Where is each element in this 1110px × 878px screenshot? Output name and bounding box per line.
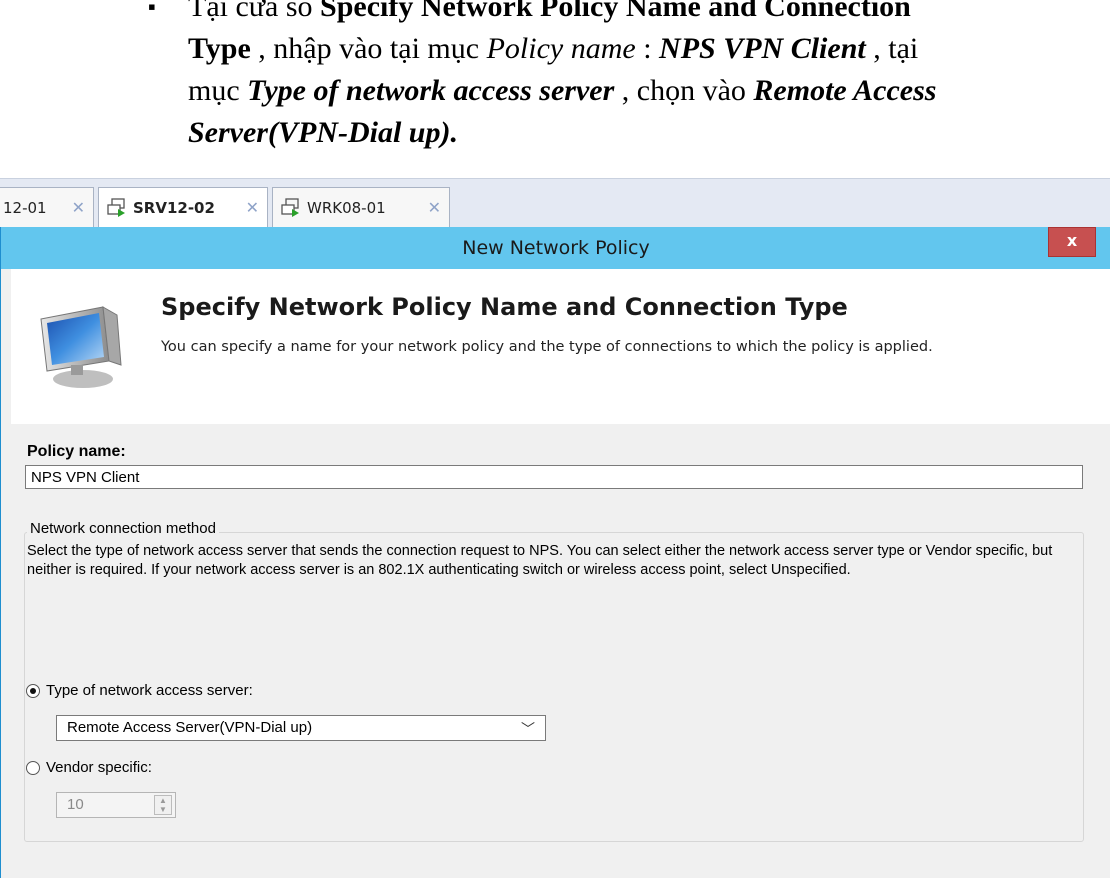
- spin-arrows-icon[interactable]: ▲ ▼: [154, 795, 172, 815]
- close-button[interactable]: x: [1048, 227, 1096, 257]
- bullet-icon: ▪: [148, 0, 156, 19]
- group-label: Network connection method: [27, 520, 219, 537]
- vendor-value: 10: [67, 796, 84, 813]
- policy-name-input[interactable]: NPS VPN Client: [25, 465, 1083, 489]
- vm-icon: [281, 197, 301, 218]
- tab-wrk08-01[interactable]: WRK08-01 ✕: [272, 187, 450, 227]
- document-excerpt: ▪ Tại cửa sổ Specify Network Policy Name…: [0, 0, 1110, 178]
- radio-button[interactable]: [26, 760, 40, 775]
- group-description: Select the type of network access server…: [27, 543, 1053, 578]
- tab-12-01[interactable]: 12-01 ✕: [0, 187, 94, 227]
- page-title: Specify Network Policy Name and Connecti…: [161, 293, 848, 321]
- computer-icon: [31, 299, 141, 394]
- vendor-specific-stepper[interactable]: 10 ▲ ▼: [56, 792, 176, 818]
- dialog-title: New Network Policy: [462, 237, 650, 259]
- dialog-titlebar[interactable]: New Network Policy x: [1, 227, 1110, 269]
- network-access-server-select[interactable]: Remote Access Server(VPN-Dial up) ﹀: [56, 715, 546, 741]
- radio-type-label: Type of network access server:: [46, 682, 253, 699]
- close-icon[interactable]: ✕: [72, 198, 85, 217]
- radio-type-of-server[interactable]: Type of network access server:: [26, 682, 253, 699]
- radio-vendor-label: Vendor specific:: [46, 759, 152, 776]
- new-network-policy-dialog: New Network Policy x Specify Network Pol…: [0, 227, 1110, 878]
- chevron-down-icon: ﹀: [521, 721, 535, 737]
- tab-label: 12-01: [3, 198, 47, 217]
- radio-button-checked[interactable]: [26, 683, 40, 698]
- select-value: Remote Access Server(VPN-Dial up): [67, 719, 313, 736]
- vm-icon: [107, 197, 127, 218]
- policy-name-label: Policy name:: [27, 443, 126, 460]
- tab-label: SRV12-02: [133, 198, 215, 217]
- tab-srv12-02[interactable]: SRV12-02 ✕: [98, 187, 268, 227]
- close-icon[interactable]: ✕: [428, 198, 441, 217]
- close-icon[interactable]: ✕: [246, 198, 259, 217]
- instruction-paragraph: Tại cửa sổ Specify Network Policy Name a…: [188, 0, 937, 149]
- wizard-header: Specify Network Policy Name and Connecti…: [11, 269, 1110, 424]
- radio-vendor-specific[interactable]: Vendor specific:: [26, 759, 152, 776]
- page-subtitle: You can specify a name for your network …: [161, 339, 933, 355]
- tab-label: WRK08-01: [307, 198, 386, 217]
- vm-tab-strip: 12-01 ✕ SRV12-02 ✕ WRK08-01 ✕: [0, 178, 1110, 228]
